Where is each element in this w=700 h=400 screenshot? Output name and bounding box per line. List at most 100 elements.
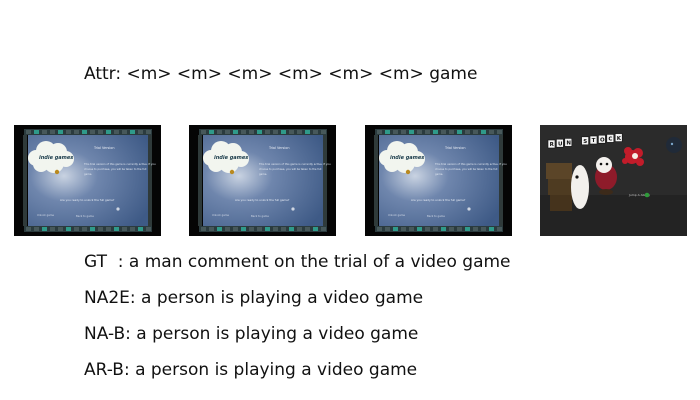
crate [550,195,572,211]
border-tile [473,130,478,134]
panel-body-line: choose to purchase, you will be taken to… [259,167,322,171]
panel-cta: Are you ready to unlock the full game? [60,198,115,202]
border-tile [106,227,111,231]
border-tile [217,130,222,134]
border-tile [241,130,246,134]
border-tile [425,130,430,134]
left-border [374,135,378,226]
footer-right: Back to game [76,214,94,218]
border-tile [273,227,278,231]
border-tile [305,227,310,231]
border-tile [441,130,446,134]
border-tile [297,130,302,134]
crate [546,163,572,179]
panel-title: Trial Version [444,146,465,150]
video-frame-3: indie games Trial Version This trial versi… [365,125,512,236]
border-tile [417,227,422,231]
border-tile [138,130,143,134]
cursor-dot [116,207,120,211]
left-border [23,135,27,226]
border-tile [449,130,454,134]
panel-body-line: This trial version of this game is curre… [84,162,156,166]
blob-eye [670,142,674,146]
border-tile [441,227,446,231]
dark-blob [666,137,682,153]
border-tile [66,227,71,231]
border-tile [273,130,278,134]
title-letter: T [592,138,596,144]
border-tile [122,130,127,134]
footer-left: Unlock game [388,213,405,217]
splash-core [632,153,638,159]
border-tile [249,130,254,134]
border-tile [114,130,119,134]
border-tile [217,227,222,231]
border-tile [225,130,230,134]
panel-body-line: game. [84,173,92,176]
video-frame-2: indie games Trial Version This trial versi… [189,125,336,236]
logo-dot [54,169,60,175]
footer-right: Back to game [427,214,445,218]
footer-right: Back to game [251,214,269,218]
caption-na2e: NA2E: a person is playing a video game [84,288,424,308]
border-tile [233,130,238,134]
cloud-logo-text: indie games [390,155,424,161]
left-border [198,135,202,226]
border-tile [209,130,214,134]
panel-title: Trial Version [268,146,289,150]
menu-frame-image: indie games Trial Version This trial versi… [365,125,512,236]
title-letter: N [566,141,571,147]
border-tile [209,227,214,231]
border-tile [98,227,103,231]
border-tile [393,130,398,134]
border-tile [489,130,494,134]
border-tile [481,130,486,134]
border-tile [313,130,318,134]
border-tile [257,227,262,231]
border-tile [50,227,55,231]
border-tile [305,130,310,134]
border-tile [425,227,430,231]
panel-body-line: game. [435,173,443,176]
gameplay-frame-image: R U N S T O C KJump A Ability [540,125,687,236]
title-letter: C [608,137,612,143]
border-tile [114,227,119,231]
panel-body-line: choose to purchase, you will be taken to… [84,167,147,171]
border-tile [82,130,87,134]
border-tile [465,227,470,231]
border-tile [457,130,462,134]
attribute-line: Attr: <m> <m> <m> <m> <m> <m> game [84,64,478,84]
creature-eye [599,162,603,166]
panel-title: Trial Version [93,146,114,150]
border-tile [297,227,302,231]
logo-dot [229,169,235,175]
border-tile [313,227,318,231]
border-tile [130,130,135,134]
caption-na-b: NA-B: a person is playing a video game [84,324,419,344]
border-tile [393,227,398,231]
border-tile [377,227,382,231]
border-tile [26,227,31,231]
border-tile [257,130,262,134]
menu-frame-image: indie games Trial Version This trial versi… [14,125,161,236]
border-tile [497,130,502,134]
player-character [571,165,589,209]
a-button-icon [644,192,650,198]
border-tile [417,130,422,134]
border-tile [82,227,87,231]
border-tile [58,130,63,134]
border-tile [289,227,294,231]
border-tile [225,227,230,231]
border-tile [42,227,47,231]
right-border [148,135,152,226]
panel-body-line: This trial version of this game is curre… [435,162,507,166]
border-tile [457,227,462,231]
border-tile [122,227,127,231]
border-tile [34,227,39,231]
right-border [499,135,503,226]
character-eye [575,175,579,179]
cursor-dot [467,207,471,211]
border-tile [489,227,494,231]
border-tile [50,130,55,134]
border-tile [265,130,270,134]
